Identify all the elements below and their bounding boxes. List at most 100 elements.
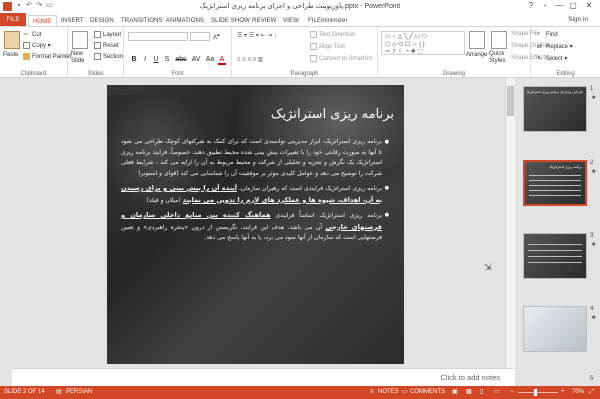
status-bar: SLIDE 2 OF 14 ▤ PERSIAN ≡ NOTES ▭ COMMEN… [0,386,600,399]
collapsed-left-pane[interactable] [0,78,12,386]
zoom-level[interactable]: 70% [572,386,584,399]
thumb-line [528,250,582,251]
ribbon: Paste ✂ Cut Copy ▾ Format Painter Clipboa… [0,26,600,78]
bullet-1-text: برنامه ریزی استراتژیک، ابزار مدیریتی توا… [121,138,382,177]
shadow-button[interactable]: S [163,56,171,63]
paste-button[interactable]: Paste [3,52,18,58]
proofing-icon[interactable]: ▤ [56,386,62,399]
thumb-number-4: 4 [590,306,594,312]
slide-counter: SLIDE 2 OF 14 [4,389,45,395]
slide-thumbnail-3[interactable] [523,233,587,279]
reading-view-icon[interactable]: ▯ [480,386,483,399]
thumb-line [528,244,582,245]
sign-in-link[interactable]: Sign in [568,16,588,23]
zoom-slider[interactable] [518,392,558,393]
scrollbar-thumb[interactable] [507,86,514,116]
copy-button[interactable]: Copy ▾ [23,42,51,49]
start-slideshow-icon[interactable]: ▭ [45,2,53,10]
reset-button[interactable]: Reset [94,42,119,49]
quick-styles-button[interactable]: Quick Styles [489,51,507,65]
fit-to-window-icon[interactable]: ⤢ [589,386,594,399]
tab-view[interactable]: VIEW [279,15,303,26]
format-painter-button[interactable]: Format Painter [23,53,72,60]
undo-icon[interactable]: ↶ [25,2,33,10]
align-text-button[interactable]: Align Text [310,43,345,50]
section-icon [94,53,101,60]
zoom-out-button[interactable]: − [510,386,514,399]
thumb-line [529,195,581,196]
slide-thumbnail-2[interactable]: برنامه ریزی استراتژیک [523,160,587,206]
font-name-select[interactable] [128,32,188,41]
slide-canvas[interactable]: برنامه ریزی استراتژیک برنامه ریزی استرات… [107,85,404,364]
reset-label: Reset [103,43,119,50]
thumb-2-caption: برنامه ریزی استراتژیک [549,165,582,169]
slide-thumbnail-1[interactable]: طراحی و اجرای برنامه ریزی استراتژیک [523,86,587,132]
slide-sorter-icon[interactable]: ▦ [466,386,472,399]
shape-items[interactable]: ▭ ○ △ ╲ ╱ ▭ ⬠ [385,33,427,40]
shapes-gallery[interactable]: ▭ ○ △ ╲ ╱ ▭ ⬠ ⬡ ◇ ⬭ ☐ ☆ { } ⇨ ⇧ ☾ ◔ ✚ ⬚ [381,31,465,55]
tab-fileminimizer[interactable]: FILEminimizer [304,15,352,26]
underline-button[interactable]: U [152,56,160,63]
replace-label: Replace [546,44,569,51]
tab-file[interactable]: FILE [0,13,26,26]
tab-transitions[interactable]: TRANSITIONS [117,15,167,26]
arrange-button[interactable]: Arrange [466,52,487,58]
animation-star-icon: ★ [591,169,597,175]
maximize-button[interactable]: ▢ [566,1,580,11]
change-case-button[interactable]: Aa [204,56,216,63]
thumb-line [529,175,581,176]
strikethrough-button[interactable]: abc [174,56,188,63]
find-button[interactable]: ⌕ Find [537,31,558,38]
slide-body-text[interactable]: برنامه ریزی استراتژیک، ابزار مدیریتی توا… [121,137,389,248]
zoom-slider-handle[interactable] [534,389,537,396]
font-color-button[interactable]: A [218,56,226,65]
comments-button[interactable]: COMMENTS [410,386,445,399]
cut-label: Cut [32,32,42,39]
redo-icon[interactable]: ↷ [35,2,43,10]
normal-view-icon[interactable]: ▣ [452,386,458,399]
grow-font-button[interactable]: A▴ [213,32,220,41]
bold-button[interactable]: B [130,56,138,63]
alignment-buttons[interactable]: ≡ ≡ ≡ ≡ ▥ [237,56,263,63]
slide-thumbnail-4[interactable] [523,306,587,352]
notes-button[interactable]: NOTES [378,386,399,399]
language-indicator[interactable]: PERSIAN [66,386,92,399]
shape-items-row3[interactable]: ⇨ ⇧ ☾ ◔ ✚ ⬚ [385,48,423,55]
close-button[interactable]: ✕ [582,1,596,11]
quick-styles-icon[interactable] [491,31,507,49]
tab-design[interactable]: DESIGN [86,15,118,26]
save-icon[interactable]: ▪ [15,2,23,10]
minimize-button[interactable]: — [552,1,566,11]
section-button[interactable]: Section [94,53,123,60]
cut-button[interactable]: ✂ Cut [23,31,41,38]
new-slide-icon[interactable] [72,31,88,49]
bullets-button[interactable]: ☰ ▾ ☰ ▾ ⇤ ⇥ ↕ [237,32,277,39]
tab-slide-show[interactable]: SLIDE SHOW [207,15,254,26]
font-group-label: Font [171,71,184,77]
slide-thumbnails-pane: 1 ★ طراحی و اجرای برنامه ریزی استراتژیک … [515,78,600,386]
slideshow-view-icon[interactable]: ▭ [494,386,500,399]
tab-insert[interactable]: INSERT [57,15,88,26]
convert-smartart-button[interactable]: Convert to SmartArt [310,55,372,62]
notes-pane[interactable]: Click to add notes [12,368,515,386]
new-slide-button[interactable]: New Slide [71,51,93,65]
text-direction-button[interactable]: Text Direction [310,31,355,38]
powerpoint-app-icon[interactable] [3,2,12,11]
paste-icon[interactable] [4,31,20,49]
select-button[interactable]: ↖ Select ▾ [537,55,567,62]
vertical-scrollbar[interactable] [505,78,515,368]
zoom-in-button[interactable]: + [561,386,565,399]
tab-home[interactable]: HOME [28,15,57,26]
tab-animations[interactable]: ANIMATIONS [162,15,208,26]
replace-button[interactable]: ⇄ Replace ▾ [537,43,573,50]
bullet-3-text: برنامه ریزی استراتژیک اساساً فرایندی [275,212,382,219]
tab-review[interactable]: REVIEW [248,15,280,26]
arrange-icon[interactable] [469,31,485,49]
ribbon-display-options-button[interactable]: ▫ [538,1,552,11]
slide-title[interactable]: برنامه ریزی استراتژیک [271,107,394,122]
character-spacing-button[interactable]: AV [190,56,202,63]
layout-button[interactable]: Layout [94,31,121,38]
help-button[interactable]: ? [524,1,538,11]
italic-button[interactable]: I [141,56,149,63]
font-size-select[interactable] [190,32,210,41]
